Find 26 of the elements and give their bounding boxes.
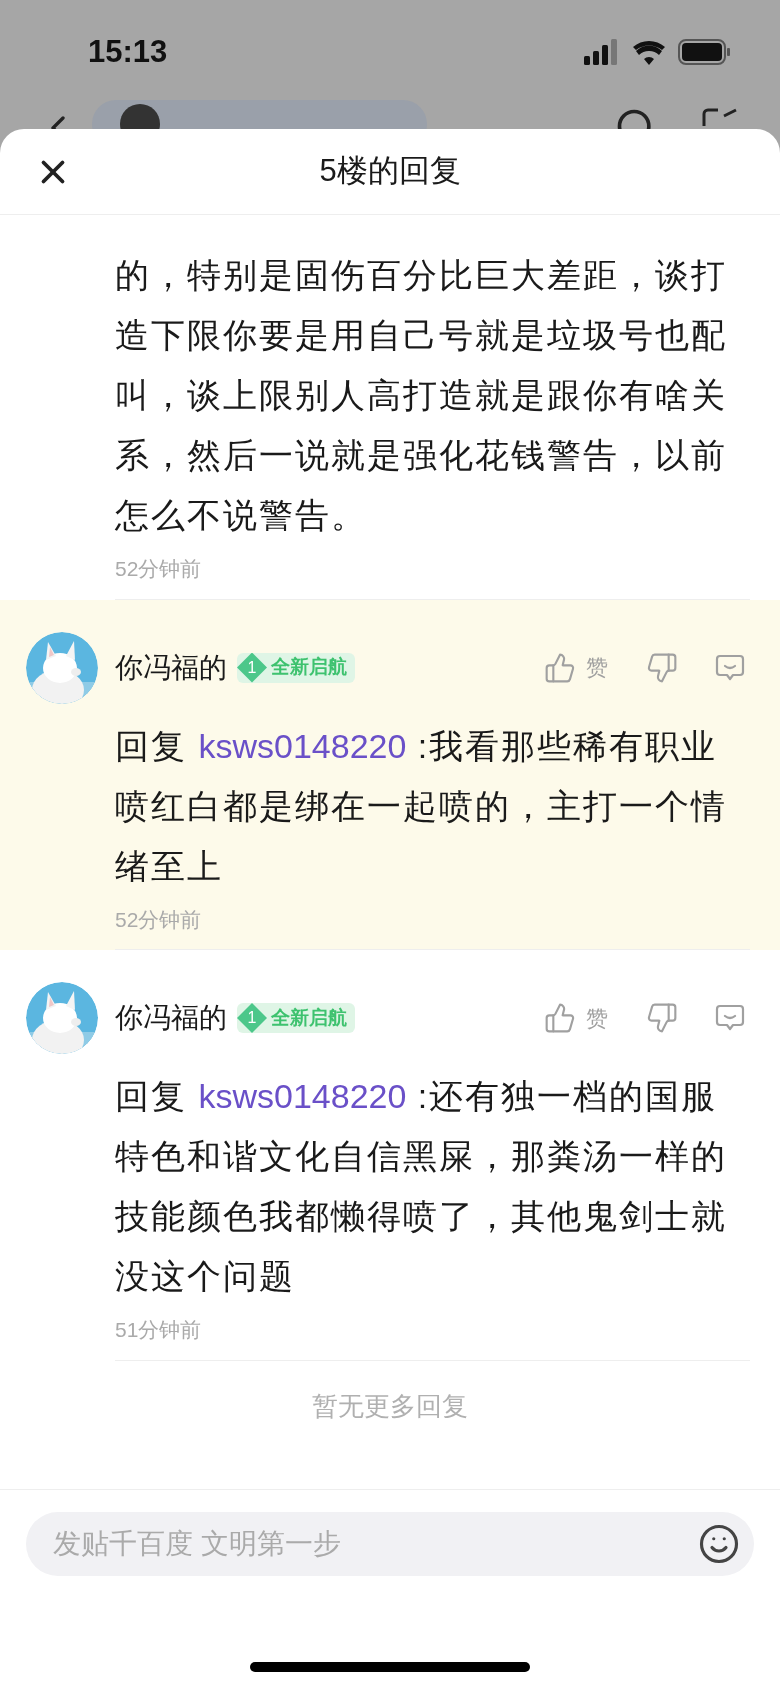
level-number: 1 (237, 652, 267, 683)
thumbs-up-icon (544, 651, 576, 684)
timestamp: 52分钟前 (115, 906, 203, 933)
thumbs-down-icon[interactable] (646, 651, 678, 684)
thumbs-down-icon[interactable] (646, 1002, 678, 1034)
user-link[interactable]: ksws0148220 (198, 1077, 407, 1115)
username[interactable]: 你冯福的 (115, 646, 227, 689)
badge-label: 全新启航 (271, 1005, 347, 1030)
comment-text: 的，特别是固伤百分比巨大差距，谈打 造下限你要是用自己号就是垃圾号也配 叫，谈上限别人高打造就是跟你有啥关 系，然后一说就是强化花钱警告，以前 怎么不说警告。 (115, 255, 728, 536)
comment-text: 回复 ksws0148220 :还有独一档的国服 特色和谐文化自信黑屎，那粪汤一样的 技能颜色我都懒得喷了，其他鬼剑士就 没这个问题 (115, 1076, 728, 1297)
emoji-icon[interactable] (698, 1523, 740, 1565)
comment-text: 回复 ksws0148220 :我看那些稀有职业 喷红白都是绑在一起喷的，主打一个情 绪至上 (115, 725, 728, 887)
badge-label: 全新启航 (271, 655, 347, 680)
sheet-title: 5楼的回复 (319, 152, 461, 191)
clock: 15:13 (88, 32, 168, 71)
no-more-replies: 暂无更多回复 (311, 1389, 469, 1423)
comment-input[interactable]: 发贴千百度 文明第一步 (26, 1512, 754, 1576)
battery-icon (678, 39, 732, 65)
username[interactable]: 你冯福的 (115, 997, 227, 1039)
timestamp: 52分钟前 (115, 556, 203, 582)
thumbs-up-icon (544, 1002, 576, 1034)
timestamp: 51分钟前 (115, 1317, 203, 1343)
signal-icon (584, 39, 620, 65)
level-number: 1 (237, 1003, 267, 1033)
user-link[interactable]: ksws0148220 (198, 726, 407, 765)
wifi-icon (632, 39, 666, 65)
